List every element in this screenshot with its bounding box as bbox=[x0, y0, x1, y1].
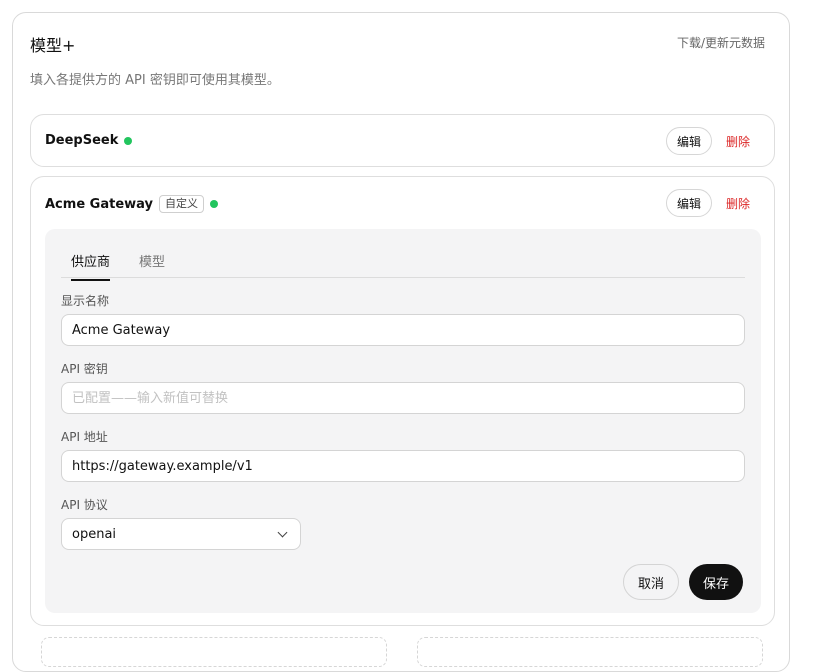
provider-name: DeepSeek bbox=[45, 133, 119, 148]
provider-tabs: 供应商 模型 bbox=[61, 243, 745, 281]
api-url-label: API 地址 bbox=[61, 430, 108, 444]
tab-provider[interactable]: 供应商 bbox=[71, 251, 111, 281]
delete-button[interactable]: 删除 bbox=[726, 133, 750, 150]
status-dot-icon bbox=[124, 136, 133, 145]
provider-edit-panel: 供应商 模型 显示名称 API 密钥 API 地址 API 协议 openai … bbox=[45, 229, 761, 613]
save-button[interactable]: 保存 bbox=[689, 564, 744, 600]
chevron-down-icon bbox=[277, 527, 288, 537]
add-provider-placeholder[interactable] bbox=[41, 637, 387, 667]
provider-header: Acme Gateway 自定义 bbox=[45, 195, 218, 213]
provider-card-acme-gateway: Acme Gateway 自定义 编辑 删除 供应商 模型 显示名称 API 密… bbox=[30, 176, 775, 626]
display-name-label: 显示名称 bbox=[61, 294, 110, 308]
section-title[interactable]: 模型+ bbox=[30, 32, 75, 56]
tab-models[interactable]: 模型 bbox=[139, 251, 165, 279]
display-name-input[interactable] bbox=[61, 314, 745, 346]
delete-button[interactable]: 删除 bbox=[726, 195, 750, 212]
provider-name: Acme Gateway bbox=[45, 196, 153, 212]
custom-badge: 自定义 bbox=[159, 195, 204, 213]
api-url-input[interactable] bbox=[61, 450, 745, 482]
provider-header: DeepSeek bbox=[45, 133, 133, 148]
models-settings-card: 模型+ 下载/更新元数据 填入各提供方的 API 密钥即可使用其模型。 Deep… bbox=[12, 12, 790, 672]
section-subtitle: 填入各提供方的 API 密钥即可使用其模型。 bbox=[30, 73, 280, 88]
api-protocol-value: openai bbox=[72, 526, 117, 542]
add-provider-placeholder[interactable] bbox=[417, 637, 763, 667]
cancel-button[interactable]: 取消 bbox=[623, 564, 680, 600]
edit-button[interactable]: 编辑 bbox=[665, 127, 712, 155]
status-dot-icon bbox=[210, 200, 218, 208]
api-protocol-select[interactable]: openai bbox=[61, 518, 301, 550]
update-metadata-link[interactable]: 下载/更新元数据 bbox=[677, 34, 765, 51]
edit-button[interactable]: 编辑 bbox=[665, 189, 712, 217]
api-protocol-label: API 协议 bbox=[61, 498, 108, 512]
provider-card-deepseek: DeepSeek 编辑 删除 bbox=[30, 114, 775, 167]
api-key-label: API 密钥 bbox=[61, 362, 108, 376]
api-key-input[interactable] bbox=[61, 382, 745, 414]
